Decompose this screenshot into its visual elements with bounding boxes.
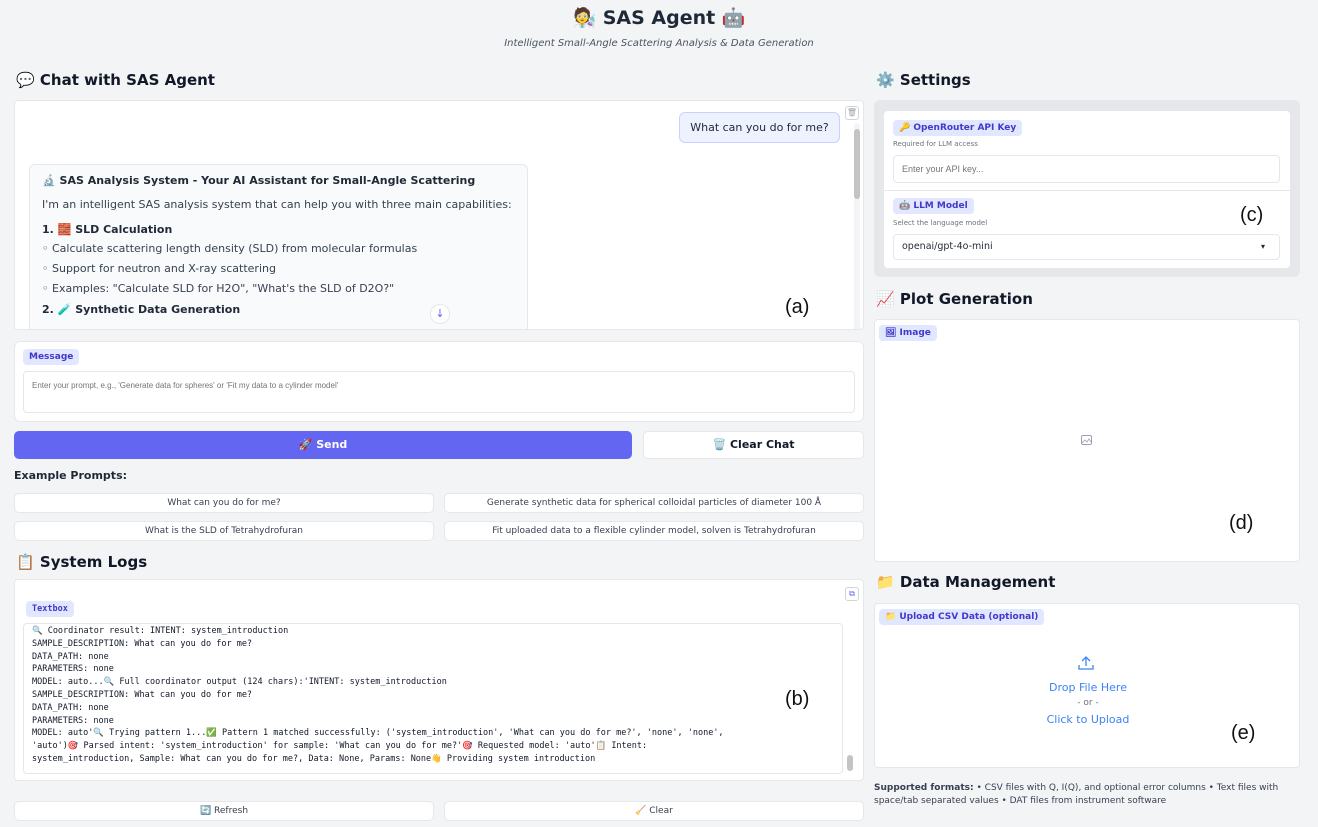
logs-scrollbar[interactable] <box>847 755 853 771</box>
clear-chat-button[interactable]: 🗑️ Clear Chat <box>643 431 864 459</box>
settings-panel: 🔑 OpenRouter API Key Required for LLM ac… <box>874 100 1300 277</box>
bot-message-bubble: 🔬 SAS Analysis System - Your AI Assistan… <box>29 164 528 329</box>
clear-logs-button[interactable]: 🧹 Clear <box>444 801 864 821</box>
api-key-label: 🔑 OpenRouter API Key <box>893 120 1023 136</box>
app-subtitle: Intelligent Small-Angle Scattering Analy… <box>504 38 814 49</box>
chevron-down-icon: ▾ <box>1260 242 1265 251</box>
log-line: MODEL: auto...🔍 Full coordinator output … <box>32 677 447 688</box>
chatbot-panel: 🗑 What can you do for me? 🔬 SAS Analysis… <box>14 100 864 330</box>
bot-list-item-text: Support for neutron and X-ray scattering <box>52 262 276 275</box>
example-prompt-button[interactable]: Generate synthetic data for spherical co… <box>444 493 864 513</box>
drop-file-text: Drop File Here <box>1049 681 1127 694</box>
bot-message-heading-1: 1. 🧱 SLD Calculation <box>42 223 173 236</box>
message-box: Message <box>14 341 864 422</box>
bot-list-item: ◦ Examples: "Calculate SLD for H2O", "Wh… <box>42 282 395 295</box>
refresh-button[interactable]: 🔄 Refresh <box>14 801 434 821</box>
bot-list-item-text: Examples: "Calculate SLD for H2O", "What… <box>52 282 395 295</box>
annotation-marker-c: (c) <box>1240 204 1264 226</box>
bot-message-title: 🔬 SAS Analysis System - Your AI Assistan… <box>42 174 476 187</box>
settings-inner: 🔑 OpenRouter API Key Required for LLM ac… <box>884 111 1290 268</box>
settings-divider <box>884 190 1290 191</box>
example-prompts-title: Example Prompts: <box>14 469 128 482</box>
message-input[interactable] <box>23 371 855 413</box>
settings-section-title: ⚙️ Settings <box>876 71 971 89</box>
llm-model-label: 🤖 LLM Model <box>893 198 974 214</box>
supported-formats-label: Supported formats: <box>874 783 974 793</box>
annotation-marker-d: (d) <box>1229 512 1254 534</box>
log-line: DATA_PATH: none <box>32 651 109 662</box>
llm-model-value: openai/gpt-4o-mini <box>902 241 993 252</box>
log-line: DATA_PATH: none <box>32 702 109 713</box>
scroll-down-icon[interactable]: ↓ <box>430 304 450 324</box>
bot-list-item-text: Calculate scattering length density (SLD… <box>52 242 418 255</box>
log-line: 'auto')🎯 Parsed intent: 'system_introduc… <box>32 741 648 752</box>
app-title: 🧑‍🔬 SAS Agent 🤖 <box>572 7 746 29</box>
send-button[interactable]: 🚀 Send <box>14 431 632 459</box>
upload-panel[interactable]: 📁 Upload CSV Data (optional) Drop File H… <box>874 603 1300 768</box>
textbox-label: Textbox <box>26 601 74 617</box>
bot-message-intro: I'm an intelligent SAS analysis system t… <box>42 198 512 211</box>
example-prompt-button[interactable]: What can you do for me? <box>14 493 434 513</box>
or-text: - or - <box>1077 698 1099 708</box>
delete-chat-icon[interactable]: 🗑 <box>845 106 859 120</box>
logs-textarea[interactable]: 🔍 Coordinator result: INTENT: system_int… <box>23 623 843 774</box>
bot-list-item: ◦ Support for neutron and X-ray scatteri… <box>42 262 276 275</box>
llm-model-info: Select the language model <box>893 219 988 227</box>
user-message-bubble: What can you do for me? <box>679 112 840 143</box>
supported-formats: Supported formats: • CSV files with Q, I… <box>874 782 1306 808</box>
annotation-marker-b: (b) <box>785 688 810 710</box>
bot-list-item: ◦ Calculate scattering length density (S… <box>42 242 418 255</box>
logs-section-title: 📋 System Logs <box>16 553 148 571</box>
example-prompt-button[interactable]: What is the SLD of Tetrahydrofuran <box>14 521 434 541</box>
image-placeholder-icon <box>1081 435 1092 445</box>
chat-scrollbar[interactable] <box>854 123 860 329</box>
api-key-input[interactable] <box>893 155 1280 183</box>
image-label: 🖼 Image <box>879 325 937 341</box>
plot-image-panel: 🖼 Image (d) <box>874 319 1300 562</box>
log-line: SAMPLE_DESCRIPTION: What can you do for … <box>32 689 253 700</box>
upload-icon <box>1077 655 1097 673</box>
annotation-marker-e: (e) <box>1231 722 1256 744</box>
message-label: Message <box>23 349 80 365</box>
log-line: system_introduction, Sample: What can yo… <box>32 753 596 764</box>
log-line: MODEL: auto'🔍 Trying pattern 1...✅ Patte… <box>32 728 724 739</box>
llm-model-select[interactable]: openai/gpt-4o-mini ▾ <box>893 234 1280 260</box>
api-key-info: Required for LLM access <box>893 140 978 148</box>
upload-label: 📁 Upload CSV Data (optional) <box>879 609 1045 625</box>
data-management-section-title: 📁 Data Management <box>876 573 1056 591</box>
logs-panel: ⧉ Textbox 🔍 Coordinator result: INTENT: … <box>14 579 864 781</box>
copy-icon[interactable]: ⧉ <box>845 587 859 601</box>
plot-section-title: 📈 Plot Generation <box>876 290 1033 308</box>
annotation-marker-a: (a) <box>785 296 810 318</box>
chat-section-title: 💬 Chat with SAS Agent <box>16 71 215 89</box>
log-line: PARAMETERS: none <box>32 715 114 726</box>
example-prompt-button[interactable]: Fit uploaded data to a flexible cylinder… <box>444 521 864 541</box>
log-line: PARAMETERS: none <box>32 664 114 675</box>
log-line: 🔍 Coordinator result: INTENT: system_int… <box>32 626 289 636</box>
log-line: SAMPLE_DESCRIPTION: What can you do for … <box>32 638 253 649</box>
